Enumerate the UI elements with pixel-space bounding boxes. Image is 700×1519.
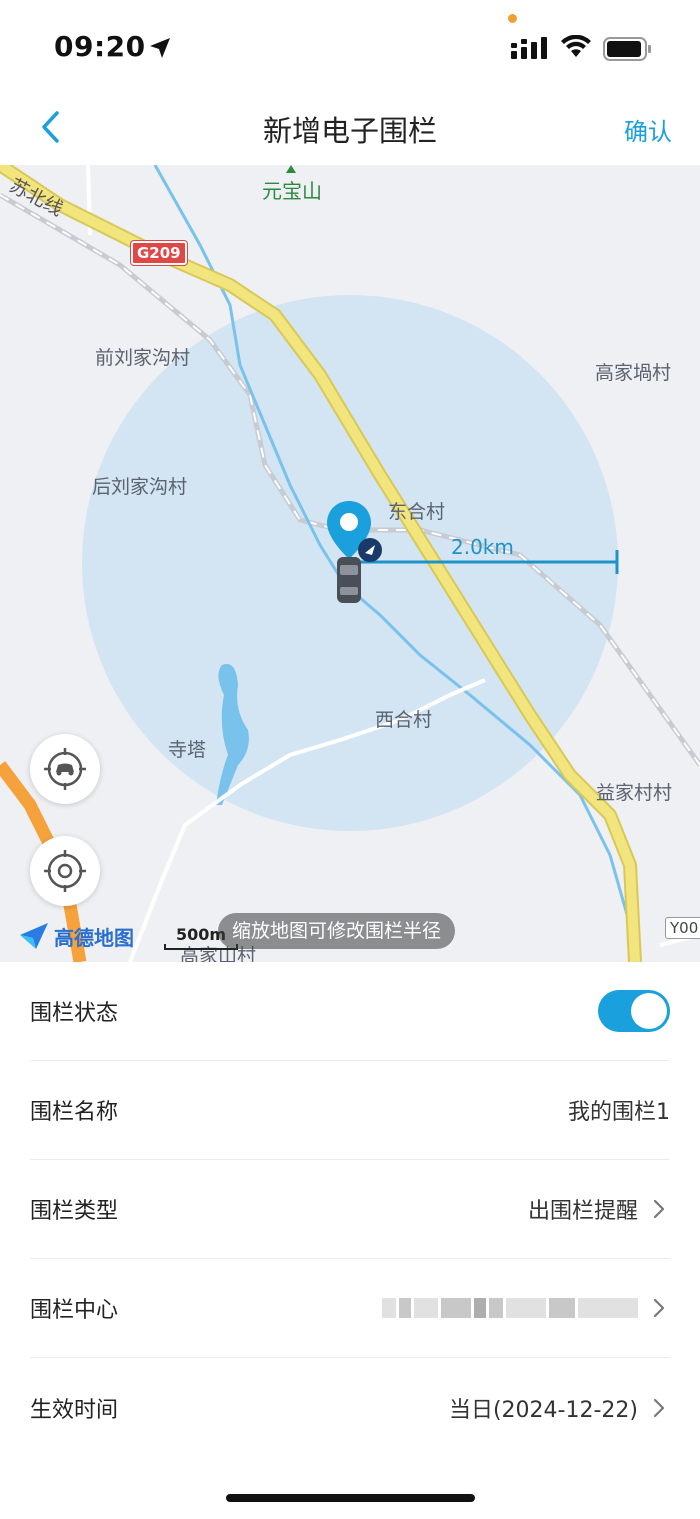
radius-label: 2.0km	[451, 535, 514, 559]
fence-name-label: 围栏名称	[30, 1100, 119, 1125]
location-arrow-icon	[150, 38, 170, 58]
locate-me-button[interactable]	[30, 836, 100, 906]
chevron-right-icon	[648, 1397, 670, 1419]
fence-type-label: 围栏类型	[30, 1199, 119, 1224]
zoom-tip: 缩放地图可修改围栏半径	[218, 913, 456, 949]
amap-logo-icon	[20, 923, 48, 949]
status-time: 09:20	[54, 30, 146, 63]
fence-type-row[interactable]: 围栏类型 出围栏提醒	[30, 1160, 670, 1259]
fence-center-row[interactable]: 围栏中心	[30, 1259, 670, 1358]
fence-name-row[interactable]: 围栏名称 我的围栏1	[30, 1061, 670, 1160]
battery-icon	[603, 37, 651, 61]
toggle-knob	[631, 993, 667, 1029]
page-title: 新增电子围栏	[262, 114, 437, 148]
recording-dot-icon	[508, 14, 517, 23]
amap-logo-text: 高德地图	[54, 925, 134, 950]
effective-time-value: 当日(2024-12-22)	[448, 1397, 638, 1423]
map-view[interactable]: 苏北线 元宝山 G209 前刘家沟村 高家堝村 后刘家沟村 东合村 西合村 寺塔…	[0, 165, 700, 962]
fence-status-toggle[interactable]	[598, 990, 670, 1032]
chevron-left-icon	[42, 111, 59, 143]
amap-logo: 高德地图	[18, 921, 134, 951]
effective-time-row[interactable]: 生效时间 当日(2024-12-22)	[30, 1358, 670, 1457]
fence-status-label: 围栏状态	[30, 1001, 119, 1026]
fence-center-label: 围栏中心	[30, 1298, 119, 1323]
road-badge-g209: G209	[130, 240, 188, 266]
place-label-yijia: 益家村村	[596, 782, 673, 804]
wifi-icon	[561, 35, 591, 57]
road-badge-y: Y00	[665, 917, 700, 939]
fence-type-value: 出围栏提醒	[527, 1199, 638, 1224]
signal-icon	[511, 37, 547, 59]
place-label-sita: 寺塔	[168, 739, 207, 761]
home-indicator	[226, 1494, 475, 1502]
chevron-right-icon	[648, 1297, 670, 1319]
fence-center-value-redacted	[382, 1298, 638, 1318]
confirm-button[interactable]: 确认	[624, 112, 672, 147]
place-label-qianliujiagou: 前刘家沟村	[95, 347, 191, 369]
chevron-right-icon	[648, 1198, 670, 1220]
status-bar: 09:20	[0, 0, 700, 92]
car-icon	[337, 557, 361, 603]
car-target-icon	[44, 748, 86, 790]
effective-time-label: 生效时间	[30, 1397, 119, 1423]
back-button[interactable]	[30, 106, 72, 148]
place-label-gaojiawan: 高家堝村	[595, 362, 672, 384]
target-icon	[44, 850, 86, 892]
place-label-houliujiagou: 后刘家沟村	[92, 476, 188, 498]
locate-car-button[interactable]	[30, 734, 100, 804]
fence-status-row: 围栏状态	[30, 962, 670, 1061]
poi-label-yuanbaoshan: 元宝山	[262, 179, 322, 203]
place-label-xihe: 西合村	[375, 709, 433, 731]
fence-settings-list: 围栏状态 围栏名称 我的围栏1 围栏类型 出围栏提醒 围栏中心 生效时间 当日(…	[0, 962, 700, 1457]
place-label-donghe: 东合村	[388, 501, 446, 523]
fence-name-value: 我的围栏1	[568, 1100, 670, 1125]
nav-bar: 新增电子围栏 确认	[0, 92, 700, 165]
